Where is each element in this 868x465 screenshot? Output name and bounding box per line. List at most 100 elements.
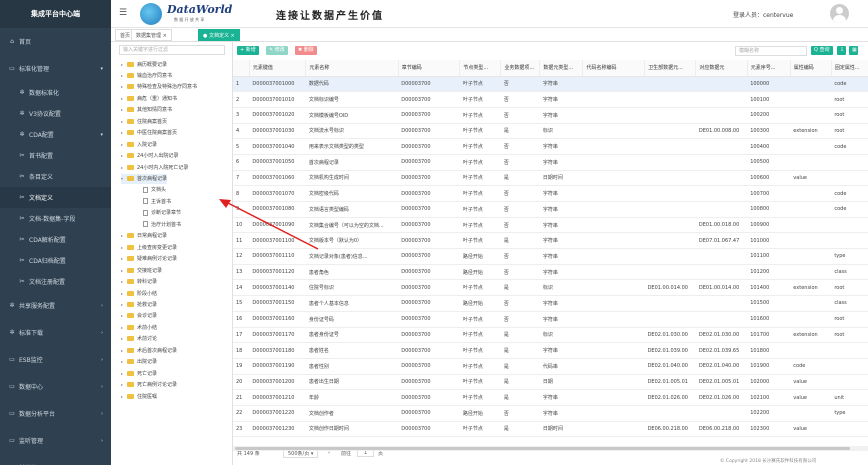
tree-node[interactable]: ▸ 24小时入出院记录 (121, 151, 178, 161)
export-button[interactable]: ⇩ (837, 46, 846, 55)
column-header[interactable]: 固定属性... (831, 60, 868, 77)
column-header[interactable]: 对应数据元 (695, 60, 748, 77)
tree-node[interactable]: ▸ 住院医嘱 (121, 391, 157, 401)
tab-dataset[interactable]: 数据集管理 × (131, 29, 172, 41)
folder-icon (127, 313, 134, 319)
tree-node[interactable]: ▸ 24小时内入院死亡记录 (121, 162, 188, 172)
tree-node[interactable]: ▸ 抢救记录 (121, 299, 157, 309)
column-header[interactable]: 元素名称 (305, 60, 399, 77)
avatar[interactable] (830, 4, 849, 23)
tree-node[interactable]: ▸ 入院记录 (121, 139, 157, 149)
column-header[interactable]: 元素序号... (747, 60, 791, 77)
folder-icon (127, 176, 134, 181)
table-row[interactable]: 19 D000037001190 患者性别 D00003700 叶子节点是代码串 DE02… (233, 358, 868, 375)
tree-node[interactable]: ▸ 中医住院病案首页 (121, 128, 177, 138)
sidebar-item[interactable]: ✲ 数据标准化 (0, 82, 111, 103)
sidebar-item[interactable]: ▭ 标准化管理 ▾ (0, 55, 111, 82)
add-button[interactable]: + 新增 (237, 46, 259, 55)
sidebar-item[interactable]: ▭ 数据分析平台 › (0, 400, 111, 427)
sidebar-item[interactable]: ✲ V3协议配置 (0, 103, 111, 124)
column-header[interactable]: 业务数据项... (500, 60, 541, 77)
search-input[interactable]: 模糊名称 (735, 46, 807, 56)
table-row[interactable]: 16 D000037001160 身份证号码 D00003700 叶子节点否字符串 101… (233, 311, 868, 328)
column-header[interactable]: 元素键值 (249, 60, 307, 77)
column-header[interactable] (233, 60, 250, 77)
delete-button[interactable]: ✖ 删除 (295, 46, 317, 55)
table-row[interactable]: 8 D000037001070 文档密级代码 D00003700 叶子节点否字符串 100… (233, 185, 868, 202)
tree-node[interactable]: 诊断记录章节 (137, 208, 181, 218)
tree-node[interactable]: ▸ 术前小结 (121, 322, 157, 332)
tree-node[interactable]: ▸ 上级查房变更记录 (121, 242, 177, 252)
column-header[interactable]: 节点类型... (459, 60, 502, 77)
sidebar-item[interactable]: ✲ CDA配置 ▾ (0, 124, 111, 145)
sidebar-item[interactable]: ✂ 文档注册配置 (0, 271, 111, 292)
tab-document-def[interactable]: ● 文档定义 × (198, 29, 240, 41)
tree-node[interactable]: ▸ 疑难病例讨论记录 (121, 254, 177, 264)
sidebar-item[interactable]: ▭ 数据中心 › (0, 373, 111, 400)
table-row[interactable]: 12 D000037001110 文档记录对象(患者)信息... D00003700 路… (233, 248, 868, 265)
tree-node[interactable]: ▸ 术前讨论 (121, 334, 157, 344)
sidebar-item[interactable]: ✲ 共享服务配置 › (0, 292, 111, 319)
table-row[interactable]: 9 D000037001080 文档语言类型编码 D00003700 叶子节点否字符串 1… (233, 201, 868, 218)
tree-node[interactable]: ▸ 病危（重）通知书 (121, 93, 177, 103)
column-header[interactable]: 章节编码 (398, 60, 461, 77)
sidebar-item[interactable]: ✂ 首书配置 (0, 145, 111, 166)
column-header[interactable]: 卫生部数据元... (644, 60, 697, 77)
table-row[interactable]: 5 D000037001040 用来表示文档类型的类型 D00003700 叶子节点否字… (233, 138, 868, 155)
tree-node[interactable]: ▸ 死亡病例讨论记录 (121, 380, 177, 390)
table-row[interactable]: 6 D000037001050 首次病程记录 D00003700 叶子节点否字符串 100… (233, 154, 868, 171)
table-row[interactable]: 17 D000037001170 患者身份证号 D00003700 叶子节点是标识 DE0… (233, 327, 868, 344)
column-header[interactable]: 数据元类型... (539, 60, 584, 77)
sidebar-item[interactable]: ⌂ 首页 (0, 28, 111, 55)
tree-node[interactable]: ▸ 死亡记录 (121, 368, 157, 378)
tree-node[interactable]: ▸ 特殊检查及特殊治疗同意书 (121, 82, 197, 92)
tree-node[interactable]: ▸ 输血治疗同意书 (121, 70, 172, 80)
sidebar-item[interactable]: ▭ ESB监控 › (0, 346, 111, 373)
tree-node[interactable]: 主诉首书 (137, 196, 171, 206)
tree-node[interactable]: ▸ 阶段小结 (121, 288, 157, 298)
table-row[interactable]: 4 D000037001030 文档流水号标识 D00003700 叶子节点是标识 DE0… (233, 123, 868, 140)
table-row[interactable]: 21 D000037001210 年龄 D00003700 叶子节点是字符串 DE02.0… (233, 389, 868, 406)
settings-button[interactable]: ▦ (849, 46, 858, 55)
column-header[interactable]: 代码名称编码 (582, 60, 646, 77)
tree-node[interactable]: 治疗计划首书 (137, 219, 181, 229)
menu-toggle-icon[interactable]: ☰ (119, 8, 127, 18)
table-row[interactable]: 20 D000037001200 患者出生日期 D00003700 叶子节点是日期 DE0… (233, 374, 868, 391)
table-row[interactable]: 14 D000037001140 住院号标识 D00003700 叶子节点是标识 DE01… (233, 279, 868, 297)
table-row[interactable]: 2 D000037001010 文档标识编号 D00003700 叶子节点否字符串 100… (233, 91, 868, 108)
sidebar-item[interactable]: ✂ 文档-数据集-字段 (0, 208, 111, 229)
edit-button[interactable]: ✎ 修改 (266, 46, 288, 55)
tree-node[interactable]: ▸ 病历概要记录 (121, 59, 167, 69)
table-row[interactable]: 15 D000037001150 患者个人基本信息 D00003700 路径开始否字符串… (233, 295, 868, 312)
table-row[interactable]: 23 D000037001230 文档创作日期时间 D00003700 叶子节点是日期时… (233, 421, 868, 438)
tree-node[interactable]: ▸ 其他知情同意书 (121, 105, 172, 115)
table-row[interactable]: 11 D000037001100 文档版本号（默认为0） D00003700 叶子节点是… (233, 232, 868, 250)
sidebar-item[interactable]: ▭其他管理 (0, 454, 111, 465)
tree-filter-input[interactable]: 输入关键字进行过滤 (119, 45, 225, 55)
sidebar-item[interactable]: ✂ 文档定义 (0, 187, 111, 208)
table-row[interactable]: 10 D000037001090 文档集合编号（可以为空的文档... D0000370… (233, 217, 868, 234)
table-horizontal-scrollbar[interactable] (233, 446, 868, 451)
sidebar-item[interactable]: ✂ CDA解析配置 (0, 229, 111, 250)
tree-node[interactable]: ▸ 出院记录 (121, 357, 157, 367)
sidebar-item[interactable]: ✂ 条目定义 (0, 166, 111, 187)
tree-node[interactable]: ▸ 术后首次病程记录 (121, 345, 177, 355)
sidebar-item[interactable]: ✂ CDA归档配置 (0, 250, 111, 271)
sidebar-item[interactable]: ▭ 监听管理 › (0, 427, 111, 454)
tree-node[interactable]: ▸ 住院病案首页 (121, 116, 167, 126)
table-row[interactable]: 1 D000037001000 数据代码 D00003700 叶子节点否字符串 10000… (233, 76, 868, 93)
query-button[interactable]: Q 查询 (811, 46, 833, 55)
column-header[interactable]: 属性编码 (790, 60, 832, 77)
table-row[interactable]: 22 D000037001220 文档创作者 D00003700 路径开始否字符串 102… (233, 405, 868, 422)
table-row[interactable]: 7 D000037001060 文档机构生成时间 D00003700 叶子节点是日期时间… (233, 170, 868, 187)
tree-node[interactable]: ▸ 交接班记录 (121, 265, 162, 275)
table-row[interactable]: 18 D000037001180 患者姓名 D00003700 叶子节点是字符串 DE02… (233, 342, 868, 359)
sidebar-item[interactable]: ✲ 标准下载 › (0, 319, 111, 346)
table-row[interactable]: 13 D000037001120 患者角色 D00003700 路径开始否字符串 1012… (233, 264, 868, 281)
table-row[interactable]: 3 D000037001020 文档模板编号OID D00003700 叶子节点否字符串… (233, 107, 868, 124)
tree-node[interactable]: ▸ 会诊记录 (121, 311, 157, 321)
tree-node[interactable]: 文档头 (137, 185, 166, 195)
tree-node[interactable]: ▸ 日常病程记录 (121, 231, 167, 241)
tree-node[interactable]: ▾ 首次病程记录 (121, 173, 168, 184)
tree-node[interactable]: ▸ 转科记录 (121, 277, 157, 287)
